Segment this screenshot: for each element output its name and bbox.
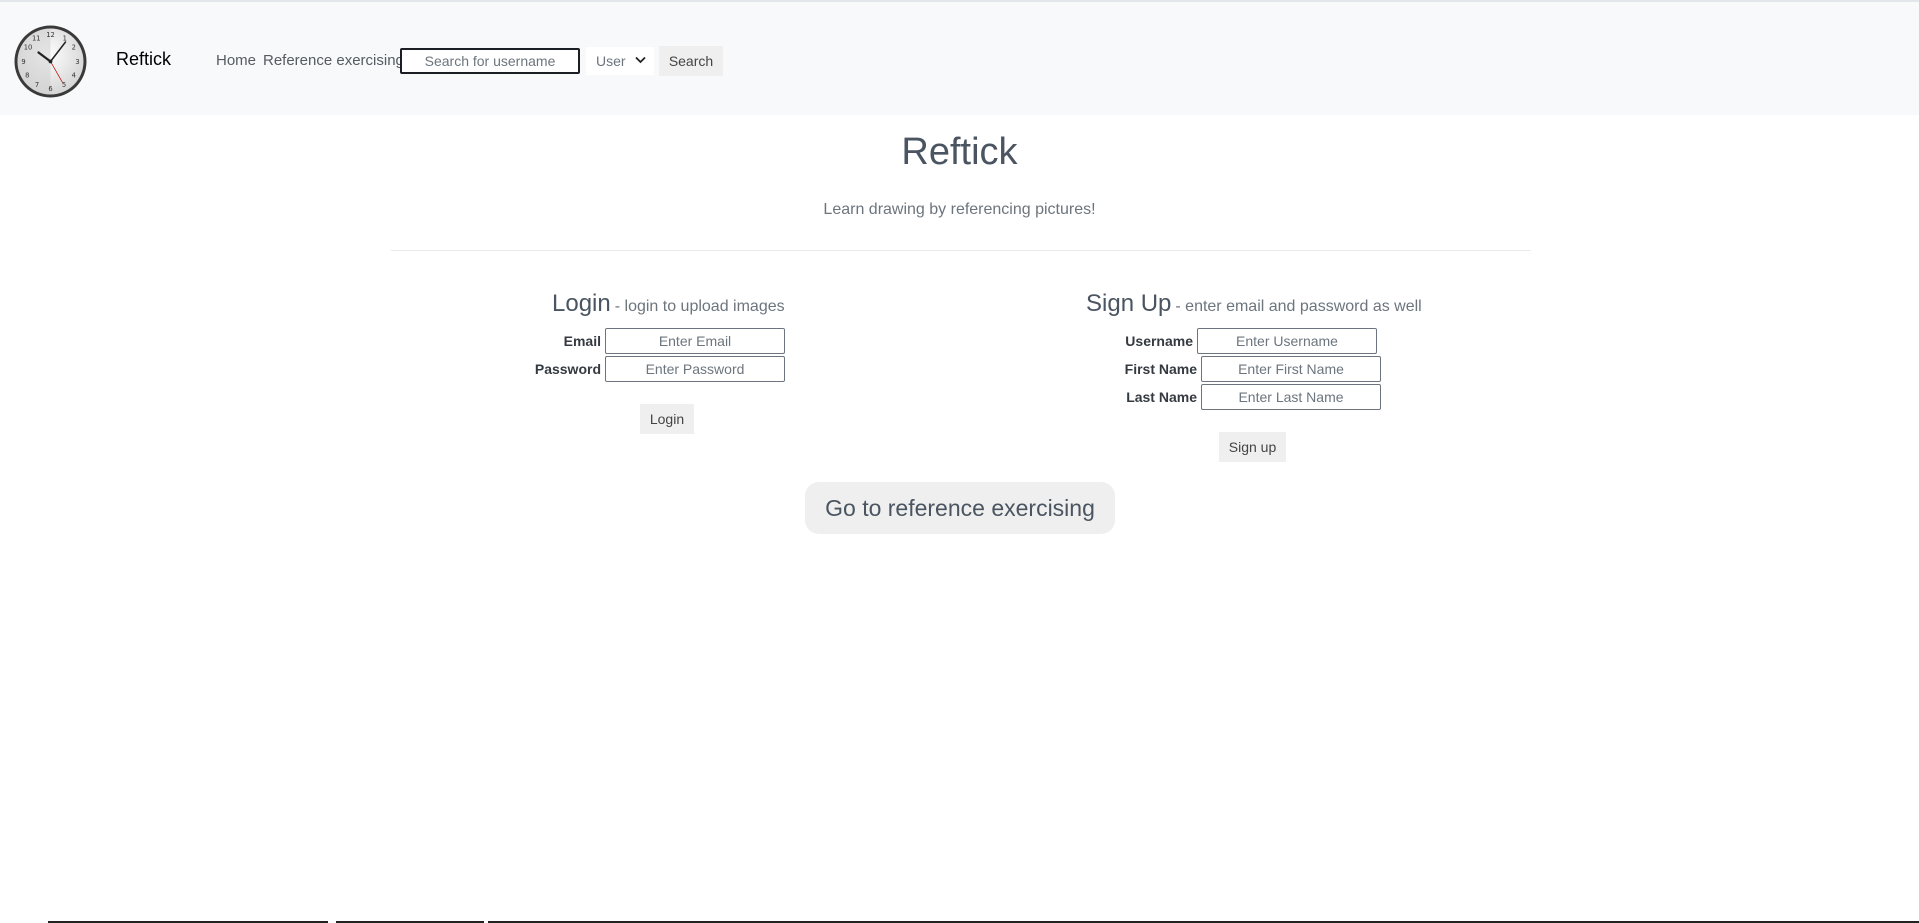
svg-text:3: 3 bbox=[75, 58, 79, 66]
last-name-label: Last Name bbox=[1126, 389, 1197, 405]
page: 12 1 2 3 4 5 6 7 8 9 10 11 Reftick Home … bbox=[0, 0, 1919, 923]
username-field[interactable] bbox=[1197, 328, 1377, 354]
email-label: Email bbox=[563, 333, 601, 349]
divider bbox=[391, 250, 1531, 251]
login-title: Login bbox=[552, 290, 611, 317]
svg-text:10: 10 bbox=[24, 44, 33, 52]
signup-title: Sign Up bbox=[1086, 290, 1172, 317]
nav-home-link[interactable]: Home bbox=[216, 52, 256, 69]
tagline: Learn drawing by referencing pictures! bbox=[823, 201, 1096, 218]
svg-text:9: 9 bbox=[21, 58, 25, 66]
clock-icon[interactable]: 12 1 2 3 4 5 6 7 8 9 10 11 bbox=[13, 24, 88, 99]
password-field[interactable] bbox=[605, 356, 785, 382]
svg-text:7: 7 bbox=[35, 81, 39, 89]
svg-text:12: 12 bbox=[46, 31, 55, 39]
search-type-select[interactable]: User bbox=[586, 47, 654, 75]
username-label: Username bbox=[1125, 333, 1193, 349]
search-button[interactable]: Search bbox=[659, 46, 723, 76]
navbar: 12 1 2 3 4 5 6 7 8 9 10 11 Reftick Home … bbox=[0, 0, 1919, 115]
login-subtitle: - login to upload images bbox=[614, 298, 785, 315]
sign-up-button[interactable]: Sign up bbox=[1219, 432, 1286, 462]
svg-text:4: 4 bbox=[72, 71, 76, 79]
signup-heading: Sign Up - enter email and password as wel… bbox=[1086, 290, 1422, 318]
svg-text:11: 11 bbox=[32, 35, 41, 43]
go-to-reference-exercising-button[interactable]: Go to reference exercising bbox=[805, 482, 1115, 534]
chevron-down-icon bbox=[635, 55, 646, 67]
svg-text:8: 8 bbox=[25, 71, 29, 79]
nav-reference-exercising-link[interactable]: Reference exercising bbox=[263, 52, 404, 69]
login-heading: Login - login to upload images bbox=[552, 290, 785, 318]
last-name-field[interactable] bbox=[1201, 384, 1381, 410]
brand-link[interactable]: Reftick bbox=[116, 49, 171, 70]
search-type-selected: User bbox=[596, 53, 626, 69]
email-field[interactable] bbox=[605, 328, 785, 354]
svg-text:2: 2 bbox=[72, 44, 76, 52]
password-label: Password bbox=[534, 361, 601, 377]
first-name-field[interactable] bbox=[1201, 356, 1381, 382]
svg-text:6: 6 bbox=[48, 85, 52, 93]
first-name-label: First Name bbox=[1124, 361, 1197, 377]
page-title: Reftick bbox=[901, 131, 1018, 173]
signup-subtitle: - enter email and password as well bbox=[1175, 298, 1422, 315]
svg-text:1: 1 bbox=[63, 35, 67, 43]
username-search-input[interactable] bbox=[400, 48, 580, 74]
login-button[interactable]: Login bbox=[640, 404, 694, 434]
